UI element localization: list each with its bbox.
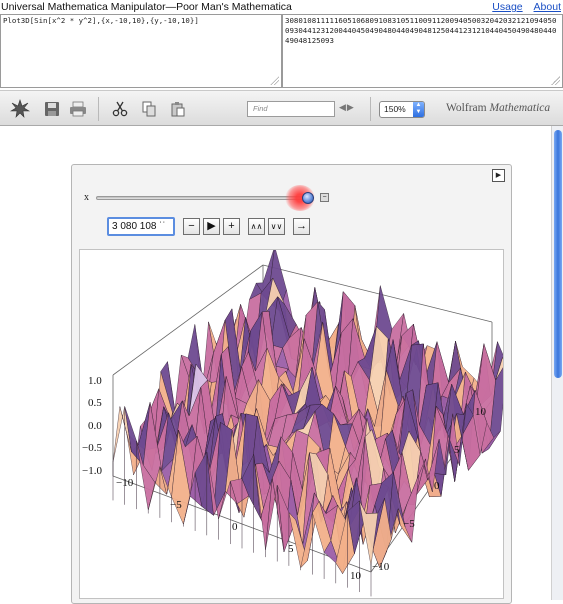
x-tick-label: −5 [170,499,182,511]
slider-thumb[interactable] [302,192,314,204]
vertical-scrollbar[interactable] [551,126,563,600]
x-tick-label: 0 [232,521,238,533]
header-links: Usage About [484,0,561,14]
paste-icon[interactable] [168,99,188,119]
y-tick-label: 0 [434,480,440,492]
x-tick-label: 10 [350,570,362,582]
plot-frame: 1.0 0.5 0.0 −0.5 −1.0 −10 −5 0 5 10 −10 … [79,249,504,599]
direction-button[interactable]: → [293,218,310,235]
slider-collapse-button[interactable]: − [320,193,329,202]
usage-link[interactable]: Usage [492,1,522,13]
zoom-stepper-icon[interactable]: ▲ ▼ [413,102,424,117]
y-tick-label: −10 [372,561,390,573]
scissors-icon[interactable] [110,99,130,119]
x-value-field[interactable]: 3 080 108 ˙˙ [107,217,175,236]
z-tick-label: −0.5 [82,442,102,454]
page-title: Universal Mathematica Manipulator—Poor M… [1,1,292,13]
encoded-output[interactable]: 3080108111116051068091083105110091120094… [282,14,563,88]
panel-toggle-icon[interactable]: ▶ [492,169,505,182]
decrement-button[interactable]: − [183,218,200,235]
y-tick-label: −5 [403,518,415,530]
z-tick-label: 1.0 [88,375,102,387]
x-tick-label: −10 [116,477,134,489]
toolbar-separator [98,97,99,121]
title-bar: Universal Mathematica Manipulator—Poor M… [0,0,563,14]
increment-button[interactable]: + [223,218,240,235]
manipulate-panel: ▶ x − 3 080 108 ˙˙ − ▶ + ∧∧ ∨∨ → 1.0 0.5… [71,164,512,604]
find-input[interactable]: Find [247,101,335,117]
resize-grip-left[interactable] [270,76,280,86]
save-icon[interactable] [42,99,62,119]
slower-button[interactable]: ∨∨ [268,218,285,235]
explosion-icon[interactable] [10,99,30,119]
brand-product: Mathematica [489,102,551,114]
resize-grip-right[interactable] [551,76,561,86]
x-slider[interactable] [96,196,308,200]
copy-icon[interactable] [139,99,159,119]
toolbar-separator [370,97,371,121]
z-tick-label: 0.0 [88,420,102,432]
y-tick-label: 5 [454,444,460,456]
zoom-select[interactable]: 150% ▲ ▼ [379,101,425,118]
zoom-value: 150% [384,104,406,114]
slider-label: x [84,192,89,203]
toolbar: Find ◀▶ 150% ▲ ▼ Wolfram Mathematica [0,90,563,126]
plot3d-surface[interactable]: 1.0 0.5 0.0 −0.5 −1.0 −10 −5 0 5 10 −10 … [80,250,503,598]
faster-button[interactable]: ∧∧ [248,218,265,235]
code-input[interactable]: Plot3D[Sin[x^2 * y^2],{x,-10,10},{y,-10,… [0,14,282,88]
find-nav-arrows[interactable]: ◀▶ [339,102,355,113]
about-link[interactable]: About [534,1,561,13]
x-tick-label: 5 [288,543,294,555]
print-icon[interactable] [68,99,88,119]
y-tick-label: 10 [475,406,487,418]
z-tick-label: −1.0 [82,465,102,477]
surface-patches [112,250,503,574]
brand-name: Wolfram [446,102,487,114]
z-tick-label: 0.5 [88,397,102,409]
scrollbar-thumb[interactable] [554,130,562,378]
wolfram-brand: Wolfram Mathematica [446,102,550,114]
play-button[interactable]: ▶ [203,218,220,235]
